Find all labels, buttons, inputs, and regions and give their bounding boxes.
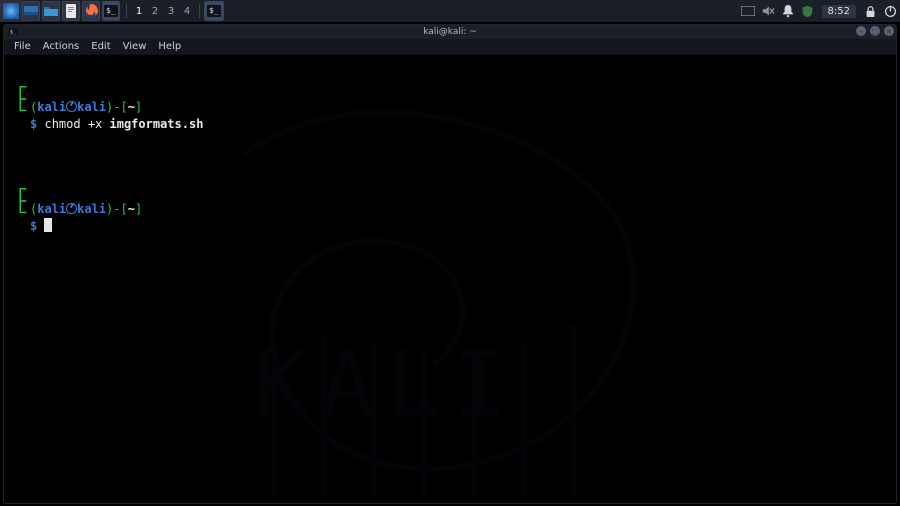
prompt-symbol: $ [30, 117, 37, 131]
prompt-lb: [ [121, 100, 128, 114]
prompt-block-2: (kalikali)-[~] $ [16, 184, 884, 235]
tray-notifications[interactable] [778, 0, 798, 22]
prompt-lb: [ [121, 202, 128, 216]
terminal-icon: $_ [103, 3, 119, 19]
launcher-files[interactable] [42, 1, 60, 21]
prompt-cwd: ~ [128, 100, 135, 114]
tray-updates[interactable] [798, 0, 818, 22]
workspace-3[interactable]: 3 [163, 2, 179, 20]
window-close-button[interactable]: × [884, 26, 894, 36]
prompt-rb: ] [135, 202, 142, 216]
terminal-body[interactable]: KALI (kalikali)-[~] $ chmod +x imgformat… [4, 55, 896, 503]
window-maximize-button[interactable]: ▢ [870, 26, 880, 36]
svg-text:KALI: KALI [254, 332, 519, 437]
svg-text:$_: $_ [209, 6, 219, 15]
separator [199, 4, 200, 18]
prompt-user: kali [37, 100, 66, 114]
shield-icon [801, 5, 814, 18]
clock[interactable]: 8:52 [822, 5, 856, 18]
window-app-icon: $_ [8, 27, 18, 37]
kali-skull-icon [66, 101, 77, 112]
separator [126, 4, 127, 18]
folder-icon [43, 3, 59, 19]
taskbar: $_ 1 2 3 4 $_ [0, 0, 900, 22]
menu-actions[interactable]: Actions [37, 41, 86, 52]
tray-power[interactable] [880, 0, 900, 22]
taskbar-window-terminal[interactable]: $_ [102, 1, 120, 21]
menu-view[interactable]: View [117, 41, 153, 52]
prompt-dash: - [113, 202, 120, 216]
window-title: kali@kali: ~ [423, 27, 477, 37]
window-titlebar[interactable]: $_ kali@kali: ~ – ▢ × [4, 25, 896, 39]
prompt-dash: - [113, 100, 120, 114]
workspace-2[interactable]: 2 [147, 2, 163, 20]
prompt-corner-icon [16, 186, 28, 216]
kali-skull-icon [66, 203, 77, 214]
prompt-block-1: (kalikali)-[~] $ chmod +x imgformats.sh [16, 82, 884, 133]
prompt-user: kali [37, 202, 66, 216]
app-menu-button[interactable] [0, 0, 22, 22]
prompt-rb: ] [135, 100, 142, 114]
terminal-cursor [44, 218, 52, 232]
launcher-firefox[interactable] [82, 1, 100, 21]
kali-logo-icon [3, 3, 19, 19]
terminal-output: (kalikali)-[~] $ chmod +x imgformats.sh … [4, 55, 896, 279]
terminal-menubar: File Actions Edit View Help [4, 39, 896, 55]
prompt-corner-icon [16, 84, 28, 114]
overview-icon [741, 6, 755, 16]
menu-help[interactable]: Help [152, 41, 187, 52]
lock-icon [865, 5, 876, 18]
desktop-icon [23, 3, 39, 19]
audio-muted-icon [761, 4, 775, 18]
terminal-window: $_ kali@kali: ~ – ▢ × File Actions Edit … [3, 24, 897, 504]
cmd1-text: chmod +x [44, 117, 109, 131]
workspace-1[interactable]: 1 [131, 2, 147, 20]
window-minimize-button[interactable]: – [856, 26, 866, 36]
power-icon [884, 5, 897, 18]
taskbar-left: $_ 1 2 3 4 $_ [0, 0, 226, 22]
bell-icon [782, 4, 794, 18]
launcher-show-desktop[interactable] [22, 1, 40, 21]
svg-text:$_: $_ [106, 6, 116, 15]
document-icon [63, 3, 79, 19]
prompt-host: kali [77, 100, 106, 114]
tray-workspace-overview[interactable] [738, 0, 758, 22]
launcher-text-editor[interactable] [62, 1, 80, 21]
svg-text:$_: $_ [10, 29, 17, 35]
menu-edit[interactable]: Edit [85, 41, 116, 52]
tray-audio[interactable] [758, 0, 778, 22]
taskbar-window-terminal-2[interactable]: $_ [204, 1, 224, 21]
workspace-4[interactable]: 4 [179, 2, 195, 20]
menu-file[interactable]: File [8, 41, 37, 52]
prompt-host: kali [77, 202, 106, 216]
firefox-icon [83, 3, 99, 19]
taskbar-right: 8:52 [738, 0, 900, 22]
terminal-icon: $_ [206, 3, 222, 19]
blank-line [16, 150, 884, 167]
prompt-cwd: ~ [128, 202, 135, 216]
prompt-symbol: $ [30, 219, 37, 233]
cmd1-arg: imgformats.sh [110, 117, 204, 131]
tray-lock[interactable] [860, 0, 880, 22]
